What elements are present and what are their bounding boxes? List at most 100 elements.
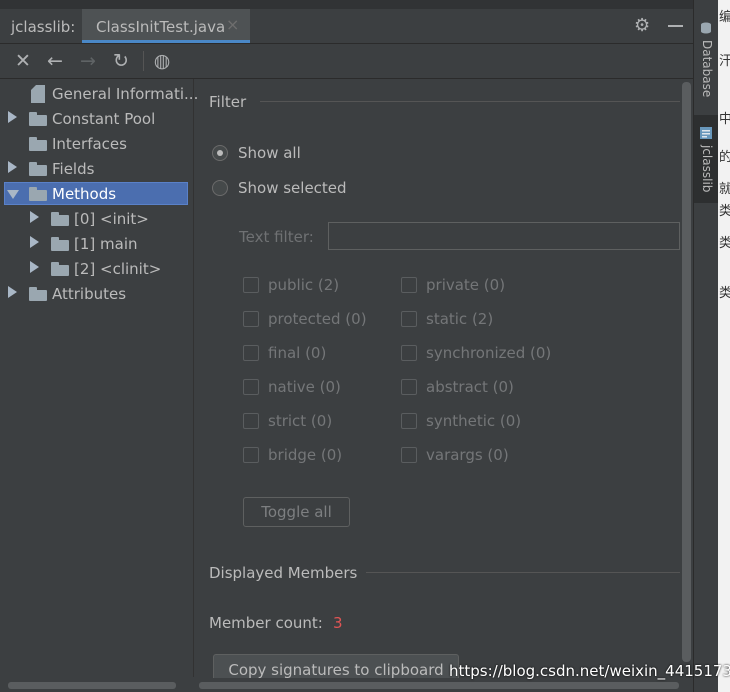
tree-item-label: [2] <clinit> <box>74 260 162 278</box>
refresh-icon[interactable]: ↻ <box>108 48 134 74</box>
top-strip <box>0 0 693 9</box>
tool-window-label: jclasslib: <box>11 18 76 36</box>
modifier-checkbox-label[interactable]: abstract (0) <box>426 378 514 396</box>
modifier-checkbox[interactable] <box>401 277 417 293</box>
tree-item[interactable]: Fields <box>0 157 193 181</box>
folder-icon <box>29 137 47 151</box>
tree-item-label: Fields <box>52 160 95 178</box>
modifier-checkbox[interactable] <box>243 311 259 327</box>
tab-underline <box>82 40 250 43</box>
gear-icon[interactable]: ⚙ <box>634 15 650 36</box>
jclasslib-tab-label: jclasslib <box>700 145 714 193</box>
expand-arrow-icon[interactable] <box>8 286 17 298</box>
modifier-checkbox-label[interactable]: public (2) <box>268 276 339 294</box>
folder-body <box>29 115 47 126</box>
show-all-label[interactable]: Show all <box>238 144 301 162</box>
folder-icon <box>29 287 47 301</box>
tree-item[interactable]: Attributes <box>0 282 193 306</box>
modifier-checkbox[interactable] <box>401 345 417 361</box>
modifier-checkbox[interactable] <box>401 413 417 429</box>
modifier-checkbox[interactable] <box>243 345 259 361</box>
member-count-label: Member count: <box>209 614 323 632</box>
close-icon[interactable]: ✕ <box>10 48 36 74</box>
tab-title: ClassInitTest.java <box>96 18 226 36</box>
tree-item[interactable]: [2] <clinit> <box>0 257 193 281</box>
toggle-all-button[interactable]: Toggle all <box>243 497 350 527</box>
expand-arrow-icon[interactable] <box>30 236 39 248</box>
tree-item-label: [0] <init> <box>74 210 149 228</box>
modifier-checkbox[interactable] <box>243 447 259 463</box>
modifier-checkbox-label[interactable]: protected (0) <box>268 310 367 328</box>
database-tab-label: Database <box>700 40 714 98</box>
modifier-checkbox-label[interactable]: synchronized (0) <box>426 344 551 362</box>
tree-item-label: Constant Pool <box>52 110 156 128</box>
modifier-checkbox-label[interactable]: final (0) <box>268 344 326 362</box>
folder-body <box>51 215 69 226</box>
database-tool-tab[interactable]: Database <box>694 18 719 108</box>
text-filter-input[interactable] <box>328 222 680 250</box>
filter-panel: Filter Show all Show selected Text filte… <box>194 79 680 686</box>
radio-dot <box>217 150 223 156</box>
folder-icon <box>51 262 69 276</box>
expand-arrow-icon[interactable] <box>8 161 17 173</box>
tree-item-label: Interfaces <box>52 135 127 153</box>
show-all-radio[interactable] <box>212 145 228 161</box>
tree-item[interactable]: Constant Pool <box>0 107 193 131</box>
modifier-checkbox-label[interactable]: bridge (0) <box>268 446 342 464</box>
tab-classinittest[interactable]: ClassInitTest.java × <box>82 9 250 43</box>
modifier-checkbox-label[interactable]: static (2) <box>426 310 493 328</box>
structure-tree: General Informati... Constant Pool Interfa… <box>0 79 198 677</box>
modifier-checkbox[interactable] <box>243 413 259 429</box>
page-edge-char: 类 <box>719 236 730 251</box>
tree-scrollbar-thumb[interactable] <box>8 682 176 689</box>
tree-item[interactable]: Methods <box>0 182 193 206</box>
scrollbar-thumb[interactable] <box>682 82 691 662</box>
show-selected-radio[interactable] <box>212 180 228 196</box>
minimize-icon[interactable] <box>668 25 683 27</box>
tool-window-header: jclasslib: ClassInitTest.java × ⚙ <box>0 9 693 44</box>
watermark-text: https://blog.csdn.net/weixin_44151739 <box>449 662 730 680</box>
modifier-checkbox[interactable] <box>401 447 417 463</box>
modifier-checkbox[interactable] <box>243 379 259 395</box>
modifier-checkbox-label[interactable]: private (0) <box>426 276 505 294</box>
modifier-checkbox-label[interactable]: native (0) <box>268 378 341 396</box>
back-arrow-icon[interactable]: ← <box>42 48 68 74</box>
horizontal-scrollbar[interactable] <box>0 678 693 692</box>
web-globe-icon[interactable]: ◍ <box>149 48 175 74</box>
folder-body <box>29 140 47 151</box>
displayed-members-divider <box>366 572 680 573</box>
close-icon[interactable]: × <box>226 15 239 34</box>
toolbar-separator <box>143 51 144 71</box>
tree-item[interactable]: [0] <init> <box>0 207 193 231</box>
page-edge-char: 类 <box>719 286 730 301</box>
folder-icon <box>51 237 69 251</box>
filter-title: Filter <box>209 93 247 111</box>
tree-item[interactable]: [1] main <box>0 232 193 256</box>
folder-icon <box>29 112 47 126</box>
vertical-scrollbar[interactable] <box>681 79 693 677</box>
tree-item-label: Attributes <box>52 285 127 303</box>
filter-divider <box>260 101 680 102</box>
expand-arrow-icon[interactable] <box>30 211 39 223</box>
show-selected-label[interactable]: Show selected <box>238 179 347 197</box>
expand-arrow-icon[interactable] <box>8 111 17 123</box>
modifier-checkbox[interactable] <box>243 277 259 293</box>
tree-item[interactable]: Interfaces <box>0 132 193 156</box>
tree-item[interactable]: General Informati... <box>0 82 198 106</box>
modifier-checkbox[interactable] <box>401 311 417 327</box>
modifier-checkbox-label[interactable]: synthetic (0) <box>426 412 521 430</box>
collapse-arrow-icon[interactable] <box>7 190 19 199</box>
page-edge-char: 汗 <box>719 54 730 69</box>
modifier-checkbox-label[interactable]: strict (0) <box>268 412 332 430</box>
folder-icon <box>29 162 47 176</box>
panel-scrollbar-thumb[interactable] <box>199 682 679 689</box>
page-edge-char: 类 <box>719 204 730 219</box>
jclasslib-tool-tab[interactable]: jclasslib <box>694 115 719 203</box>
modifier-checkbox[interactable] <box>401 379 417 395</box>
right-tool-strip: Database jclasslib <box>693 0 719 692</box>
expand-arrow-icon[interactable] <box>30 261 39 273</box>
document-icon <box>31 85 45 103</box>
modifier-checkbox-label[interactable]: varargs (0) <box>426 446 509 464</box>
folder-icon <box>29 187 47 201</box>
forward-arrow-icon[interactable]: → <box>75 48 101 74</box>
